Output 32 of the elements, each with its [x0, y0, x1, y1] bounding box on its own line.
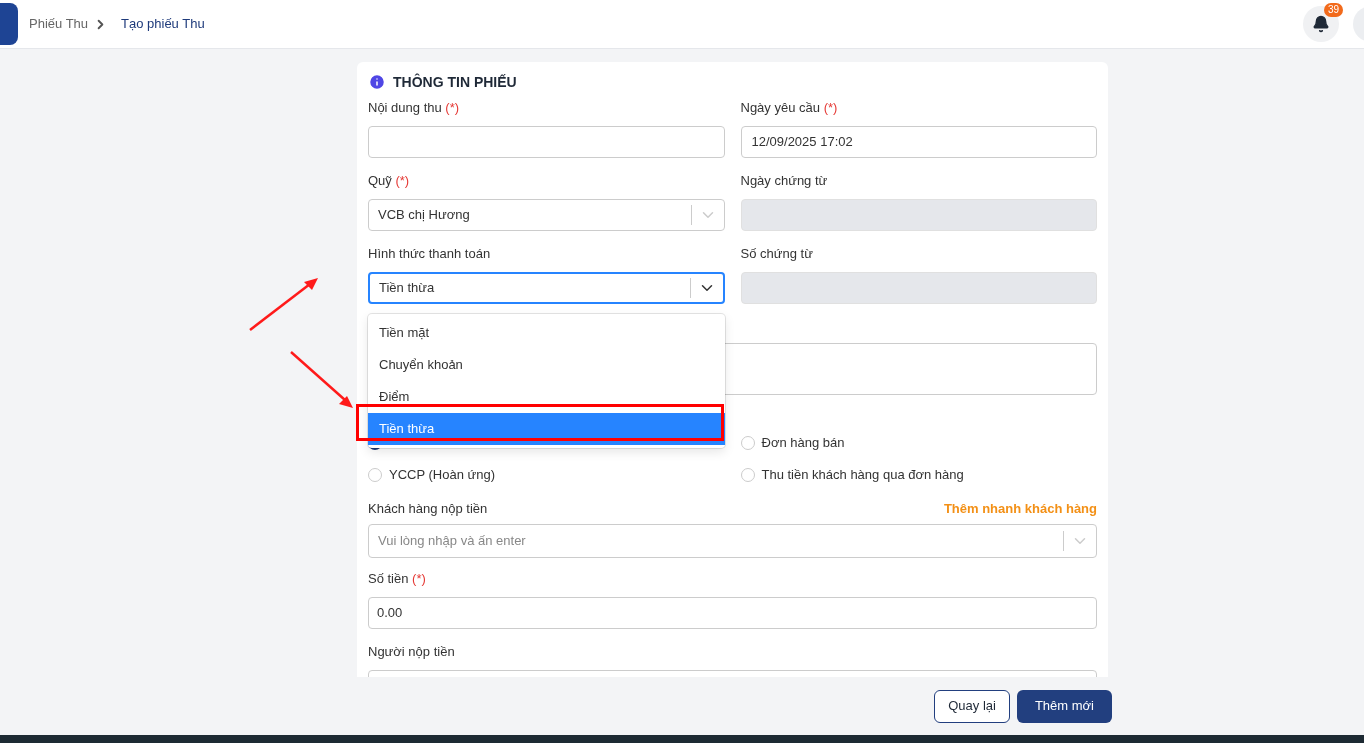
field-label: Nội dung thu (*): [368, 100, 461, 116]
field-label: Ngày chứng từ: [740, 173, 829, 189]
notification-badge: 39: [1323, 3, 1343, 17]
annotation-arrow: [248, 276, 320, 332]
dropdown-option[interactable]: Chuyển khoản: [368, 349, 725, 381]
select-field[interactable]: Vui lòng nhập và ấn enter: [368, 524, 1097, 558]
select-field[interactable]: Tiền thừa: [368, 272, 725, 304]
input-field[interactable]: 0.00: [368, 597, 1097, 629]
dropdown-option[interactable]: Tiền mặt: [368, 317, 725, 349]
info-icon: [368, 73, 386, 91]
field-label: Khách hàng nộp tiền: [368, 499, 488, 518]
radio-label: Đơn hàng bán: [761, 434, 845, 453]
dropdown-option[interactable]: Điểm: [368, 381, 725, 413]
breadcrumb-item[interactable]: Phiếu Thu: [29, 14, 89, 34]
back-button[interactable]: Quay lại: [934, 689, 1010, 723]
input-field[interactable]: [368, 126, 725, 158]
select-field[interactable]: VCB chị Hương: [368, 199, 725, 231]
bell-icon: [1312, 15, 1330, 33]
field-label: Ngày yêu cầu (*): [740, 100, 839, 116]
dropdown-option[interactable]: Tiền thừa: [368, 413, 725, 445]
annotation-arrow: [289, 350, 355, 410]
breadcrumb-item[interactable]: Tạo phiếu Thu: [121, 14, 205, 34]
radio-label: Thu tiền khách hàng qua đơn hàng: [761, 466, 964, 485]
input-field[interactable]: 12/09/2025 17:02: [740, 126, 1097, 158]
radio-label: YCCP (Hoàn ứng): [389, 466, 495, 485]
field-label: Số tiền (*): [368, 571, 427, 587]
field-label: Số chứng từ: [740, 246, 814, 262]
field-label: Hình thức thanh toán: [368, 246, 492, 262]
field-label: Người nộp tiền: [368, 644, 456, 660]
add-new-button[interactable]: Thêm mới: [1016, 689, 1112, 723]
field-label: Quỹ (*): [368, 173, 411, 189]
section-title: THÔNG TIN PHIẾU: [393, 72, 517, 92]
